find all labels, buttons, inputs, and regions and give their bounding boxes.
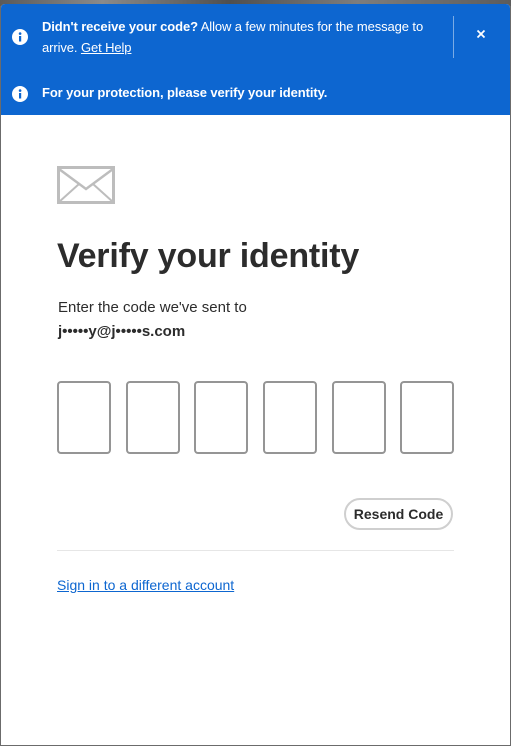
- code-digit-input[interactable]: [400, 381, 454, 454]
- resend-code-button[interactable]: Resend Code: [344, 498, 453, 530]
- code-instruction: Enter the code we've sent to: [58, 299, 247, 316]
- close-icon: [476, 29, 486, 39]
- envelope-icon: [57, 166, 115, 204]
- code-digit-input[interactable]: [57, 381, 111, 454]
- banner-divider: [453, 16, 454, 58]
- switch-account-link[interactable]: Sign in to a different account: [57, 574, 234, 596]
- code-digit-input[interactable]: [126, 381, 180, 454]
- section-divider: [57, 550, 454, 551]
- info-icon: [12, 29, 28, 45]
- protection-notice-text: For your protection, please verify your …: [42, 85, 328, 100]
- protection-notice-banner: For your protection, please verify your …: [1, 72, 510, 115]
- close-banner-button[interactable]: [471, 24, 491, 44]
- verification-code-inputs: [57, 381, 455, 454]
- code-digit-input[interactable]: [194, 381, 248, 454]
- code-notice-bold-text: Didn't receive your code?: [42, 19, 198, 34]
- masked-email: j•••••y@j•••••s.com: [58, 323, 186, 340]
- code-digit-input[interactable]: [332, 381, 386, 454]
- get-help-link[interactable]: Get Help: [81, 40, 132, 55]
- page-title: Verify your identity: [57, 237, 360, 275]
- code-notice-banner: Didn't receive your code? Allow a few mi…: [1, 4, 510, 72]
- info-icon: [12, 86, 28, 102]
- verify-identity-dialog: Didn't receive your code? Allow a few mi…: [1, 4, 510, 745]
- code-digit-input[interactable]: [263, 381, 317, 454]
- code-notice-text: Didn't receive your code? Allow a few mi…: [42, 16, 437, 58]
